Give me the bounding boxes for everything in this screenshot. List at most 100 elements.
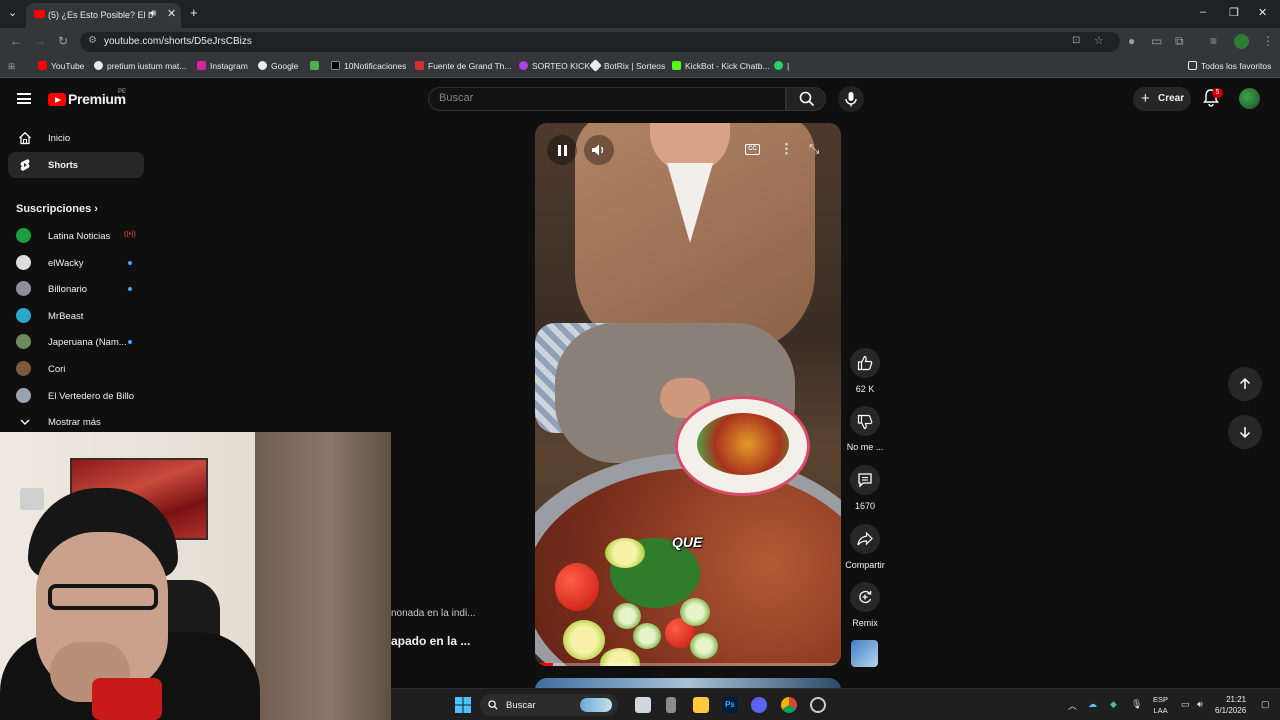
forward-icon[interactable]: → <box>34 34 46 48</box>
bookmark-pretium[interactable]: pretium iustum mat... <box>94 61 186 71</box>
channel-name: Latina Noticias <box>48 231 111 242</box>
tray-shield-icon[interactable]: ◆ <box>1110 699 1117 710</box>
all-bookmarks[interactable]: Todos los favoritos <box>1188 61 1271 71</box>
tray-cloud-icon[interactable]: ☁ <box>1088 699 1097 710</box>
webcam-microphone <box>92 678 162 720</box>
like-button[interactable]: 62 K <box>840 348 890 394</box>
bookmark-pinwheel[interactable] <box>310 61 323 71</box>
remix-button[interactable]: Remix <box>840 582 890 628</box>
chrome-icon[interactable] <box>781 697 797 713</box>
subscription-item[interactable]: Latina Noticias ((•)) <box>16 225 146 245</box>
volume-button[interactable] <box>584 135 614 165</box>
more-options-icon[interactable]: ⋮ <box>780 141 793 157</box>
bookmark-x[interactable]: 10Notificaciones <box>331 61 406 71</box>
bookmark-whatsapp[interactable]: | <box>774 61 789 71</box>
subscriptions-label: Suscripciones <box>16 203 92 215</box>
progress-fill <box>535 663 554 666</box>
tab-search-icon[interactable]: ⌄ <box>8 6 17 19</box>
input-language[interactable]: ESP LAA <box>1153 694 1168 716</box>
tomato <box>555 563 599 611</box>
bookmark-sorteo-kick[interactable]: SORTEO KICK <box>519 61 590 71</box>
search-input[interactable] <box>439 92 769 104</box>
channel-avatar[interactable] <box>851 640 878 667</box>
subscription-item[interactable]: MrBeast <box>16 305 146 325</box>
comments-button[interactable]: 1670 <box>840 465 890 511</box>
task-view-icon[interactable] <box>635 697 651 713</box>
extension-icon[interactable]: ● <box>1128 34 1135 48</box>
discord-icon[interactable] <box>751 697 767 713</box>
sidebar-item-shorts[interactable]: Shorts <box>8 152 144 178</box>
close-window-icon[interactable]: ✕ <box>1258 6 1267 19</box>
wall-switch <box>20 488 44 510</box>
previous-short-button[interactable] <box>1228 367 1262 401</box>
subscription-item[interactable]: El Vertedero de Billo <box>16 385 146 405</box>
bookmark-instagram[interactable]: Instagram <box>197 61 248 71</box>
taskbar-search[interactable]: Buscar <box>480 694 618 716</box>
short-video-player[interactable]: QUE CC ⋮ ⤡ <box>535 123 841 666</box>
pause-button[interactable] <box>547 135 577 165</box>
closed-captions-icon[interactable]: CC <box>745 144 760 155</box>
chevron-right-icon: › <box>94 203 98 215</box>
account-avatar[interactable] <box>1239 88 1260 109</box>
progress-track[interactable] <box>535 663 841 666</box>
new-tab-icon[interactable]: + <box>190 5 198 20</box>
recommendation-caption[interactable]: nonada en la indi... <box>391 608 476 619</box>
maximize-icon[interactable]: ❐ <box>1229 6 1239 19</box>
app-icon[interactable] <box>666 697 676 713</box>
bookmark-botrix[interactable]: BotRix | Sorteos <box>589 59 665 72</box>
create-button[interactable]: + Crear <box>1133 87 1191 111</box>
hamburger-menu-icon[interactable] <box>17 93 31 104</box>
tray-network-icon[interactable]: ▭ <box>1181 699 1190 710</box>
next-short-button[interactable] <box>1228 415 1262 449</box>
site-info-icon[interactable]: ⚙ <box>88 35 97 46</box>
system-clock[interactable]: 21:21 6/1/2026 <box>1215 694 1246 716</box>
bookmark-star-icon[interactable]: ☆ <box>1094 34 1104 47</box>
share-button[interactable]: Compartir <box>840 524 890 570</box>
notification-center-icon[interactable]: ▢ <box>1261 699 1270 710</box>
subscription-item[interactable]: Billonario <box>16 278 146 298</box>
browser-menu-icon[interactable]: ⋮ <box>1262 34 1274 48</box>
media-controls-icon[interactable]: ≡ <box>1210 34 1217 48</box>
subscription-item[interactable]: elWacky <box>16 252 146 272</box>
apps-grid-icon[interactable]: ⊞ <box>8 61 15 72</box>
search-button[interactable] <box>786 87 826 111</box>
fullscreen-icon[interactable]: ⤡ <box>809 141 819 157</box>
tab-title: (5) ¿Es Esto Posible? El bue <box>48 10 153 20</box>
profile-avatar-icon[interactable] <box>1234 34 1249 49</box>
youtube-logo-icon[interactable] <box>48 93 66 106</box>
windows-start-icon[interactable] <box>455 697 471 713</box>
install-icon[interactable]: ⊡ <box>1072 35 1080 46</box>
obs-icon[interactable] <box>810 697 826 713</box>
bookmark-youtube[interactable]: YouTube <box>38 61 84 71</box>
reload-icon[interactable]: ↻ <box>58 34 68 48</box>
search-box[interactable] <box>428 87 786 111</box>
minimize-icon[interactable]: – <box>1200 6 1206 18</box>
subscription-item[interactable]: Cori <box>16 358 146 378</box>
extensions-puzzle-icon[interactable]: ⧉ <box>1175 34 1184 49</box>
extension2-icon[interactable]: ▭ <box>1151 34 1162 48</box>
subscription-item[interactable]: Japeruana (Nam... <box>16 331 146 351</box>
sidebar-item-home[interactable]: Inicio <box>8 125 144 151</box>
dislike-button[interactable]: No me ... <box>840 406 890 452</box>
subscriptions-heading[interactable]: Suscripciones › <box>16 203 98 215</box>
omnibox[interactable]: ⚙ youtube.com/shorts/D5eJrsCBizs ⊡ ☆ <box>80 32 1120 52</box>
tray-volume-icon[interactable]: 🔊︎ <box>1197 699 1203 710</box>
tab-close-icon[interactable]: ✕ <box>167 7 176 20</box>
plus-icon: + <box>1141 90 1150 107</box>
file-explorer-icon[interactable] <box>693 697 709 713</box>
bookmark-google[interactable]: Google <box>258 61 298 71</box>
tab-audio-icon[interactable]: 🔊︎ <box>150 8 156 19</box>
voice-search-button[interactable] <box>838 86 864 112</box>
back-icon[interactable]: ← <box>10 34 22 48</box>
tray-chevron-icon[interactable]: ︿ <box>1068 699 1077 712</box>
recommendation-title[interactable]: apado en la ... <box>391 634 470 648</box>
bookmark-kickbot[interactable]: KickBot - Kick Chatb... <box>672 61 770 71</box>
browser-tab[interactable]: (5) ¿Es Esto Posible? El bue 🔊︎ ✕ <box>26 3 181 28</box>
url-text[interactable]: youtube.com/shorts/D5eJrsCBizs <box>104 36 252 47</box>
tray-mic-icon[interactable]: 🎙︎ <box>1131 699 1142 710</box>
clock-time: 21:21 <box>1226 695 1247 704</box>
photoshop-icon[interactable]: Ps <box>722 697 738 713</box>
bookmark-font[interactable]: Fuente de Grand Th... <box>415 61 511 71</box>
live-icon: ((•)) <box>124 231 136 238</box>
channel-avatar <box>16 387 31 403</box>
